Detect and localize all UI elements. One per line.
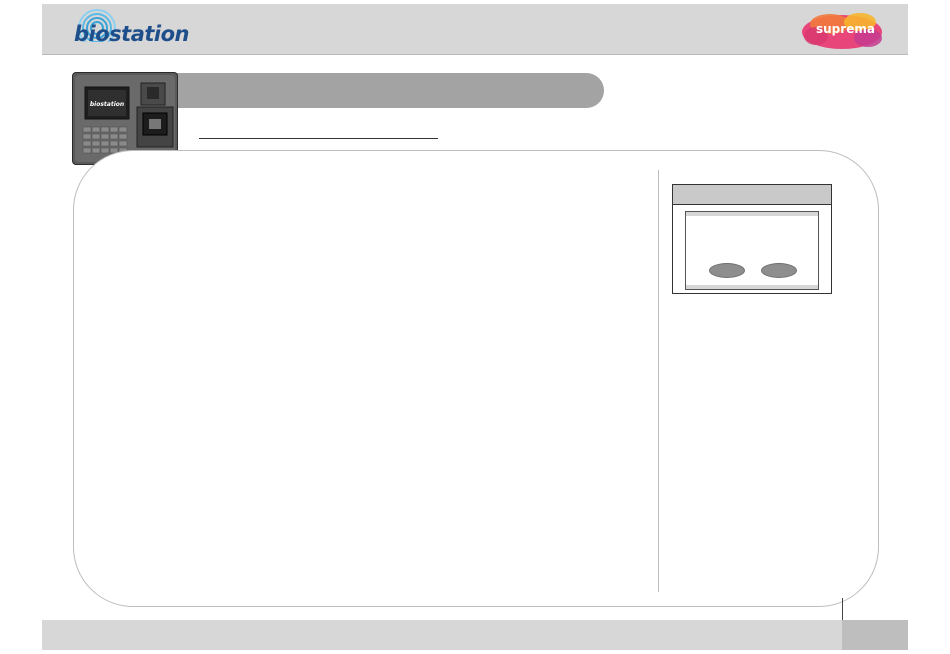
company-logo: suprema — [800, 10, 886, 50]
brand-logo: biostation — [72, 8, 192, 52]
section-title-bar — [176, 73, 604, 108]
page-marker-line — [842, 598, 843, 620]
dialog-cancel-button[interactable] — [761, 263, 797, 278]
footer-band — [42, 620, 842, 650]
brand-logo-text: biostation — [74, 22, 189, 46]
dialog-footer-strip — [686, 285, 818, 289]
sidebar-divider — [658, 170, 659, 592]
dialog-confirm-button[interactable] — [709, 263, 745, 278]
device-screen-logo: biostation — [90, 101, 124, 108]
section-underline — [199, 138, 438, 139]
company-logo-text: suprema — [816, 22, 875, 36]
dialog-body — [685, 211, 819, 290]
dialog-header-strip — [686, 212, 818, 216]
page-number-tab — [842, 620, 908, 650]
dialog-titlebar — [673, 185, 831, 205]
dialog-preview — [672, 184, 832, 294]
camera-icon — [147, 87, 159, 99]
